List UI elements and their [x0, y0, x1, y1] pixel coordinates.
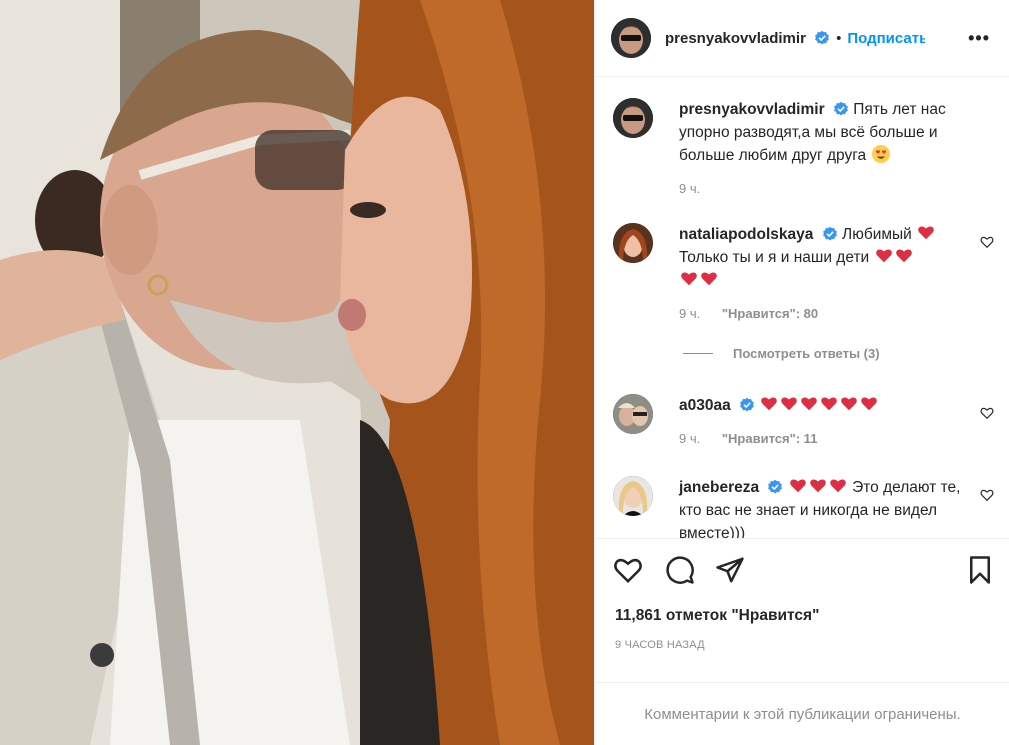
caption-avatar[interactable] — [613, 98, 653, 138]
comment-body: nataliapodolskaya Любимый Только ты и я … — [679, 223, 979, 325]
commenter-avatar[interactable] — [613, 223, 653, 263]
commenter-avatar-image — [613, 394, 653, 434]
comment-meta: 9 ч. "Нравится": 11 — [679, 427, 979, 450]
follow-button[interactable]: Подписаться — [847, 30, 925, 47]
comment-text-line2: Только ты и я и наши дети — [679, 249, 870, 266]
view-replies-label[interactable]: Посмотреть ответы (3) — [733, 346, 880, 361]
comment-text: Любимый — [842, 226, 912, 243]
verified-badge-icon — [768, 479, 783, 494]
verified-badge-icon — [740, 397, 754, 412]
comment-likes[interactable]: "Нравится": 11 — [722, 431, 818, 446]
comment-item: janebereza Это делают те, кто вас не зна… — [613, 476, 998, 538]
red-heart-emoji-icon — [821, 397, 838, 411]
author-avatar[interactable] — [611, 18, 651, 58]
like-comment-heart-icon[interactable] — [980, 406, 994, 420]
comment-meta: 9 ч. "Нравится": 80 — [679, 302, 979, 325]
more-options-icon[interactable]: ••• — [968, 28, 990, 49]
save-bookmark-icon[interactable] — [965, 555, 995, 585]
red-heart-emoji-icon — [781, 397, 798, 411]
like-heart-icon[interactable] — [613, 555, 643, 585]
verified-badge-icon — [834, 101, 848, 116]
post-action-bar — [595, 538, 1009, 600]
comments-restricted-notice: Комментарии к этой публикации ограничены… — [595, 682, 1009, 745]
author-username[interactable]: presnyakovvladimir — [665, 30, 830, 47]
author-avatar-image — [611, 18, 651, 58]
red-heart-emoji-icon — [875, 249, 892, 263]
comment-bubble-icon[interactable] — [665, 555, 695, 585]
author-username-text[interactable]: presnyakovvladimir — [665, 30, 806, 47]
red-heart-emoji-icon — [681, 272, 697, 286]
caption-body: presnyakovvladimir Пять лет нас упорно р… — [679, 98, 979, 200]
red-heart-emoji-icon — [861, 397, 878, 411]
red-heart-emoji-icon — [841, 397, 858, 411]
header-separator: • — [836, 29, 842, 47]
comment-username[interactable]: nataliapodolskaya — [679, 226, 813, 243]
replies-divider-line — [683, 353, 713, 354]
comment-username[interactable]: janebereza — [679, 479, 759, 496]
commenter-avatar[interactable] — [613, 476, 653, 516]
comment-item: nataliapodolskaya Любимый Только ты и я … — [613, 223, 998, 333]
red-heart-emoji-icon — [701, 272, 717, 286]
likes-count[interactable]: 11,861 отметок "Нравится" — [615, 607, 819, 625]
caption-time: 9 ч. — [679, 181, 701, 196]
caption-username[interactable]: presnyakovvladimir — [679, 101, 825, 118]
caption: presnyakovvladimir Пять лет нас упорно р… — [613, 98, 998, 218]
post-header: presnyakovvladimir • Подписаться ••• — [595, 0, 1009, 77]
comment-item: a030aa 9 ч. "Нравится": 11 — [613, 394, 998, 454]
red-heart-emoji-icon — [829, 479, 846, 493]
like-comment-heart-icon[interactable] — [980, 488, 994, 502]
red-heart-emoji-icon — [801, 397, 818, 411]
verified-badge-icon — [822, 226, 837, 241]
post-timestamp[interactable]: 9 ЧАСОВ НАЗАД — [615, 639, 705, 651]
red-heart-emoji-icon — [789, 479, 806, 493]
verified-badge-icon — [815, 30, 829, 44]
caption-avatar-image — [613, 98, 653, 138]
red-heart-emoji-icon — [761, 397, 778, 411]
view-replies-button[interactable]: Посмотреть ответы (3) — [683, 346, 880, 361]
comments-section: presnyakovvladimir Пять лет нас упорно р… — [595, 78, 1009, 538]
comment-time: 9 ч. — [679, 306, 701, 321]
comment-likes[interactable]: "Нравится": 80 — [722, 306, 818, 321]
comment-time: 9 ч. — [679, 431, 701, 446]
post-details-panel: presnyakovvladimir • Подписаться ••• pre… — [594, 0, 1009, 745]
comment-body: janebereza Это делают те, кто вас не зна… — [679, 476, 979, 538]
commenter-avatar[interactable] — [613, 394, 653, 434]
share-paper-plane-icon[interactable] — [715, 555, 745, 585]
comment-body: a030aa 9 ч. "Нравится": 11 — [679, 394, 979, 450]
post-photo[interactable] — [0, 0, 594, 745]
red-heart-emoji-icon — [809, 479, 826, 493]
red-heart-emoji-icon — [895, 249, 912, 263]
heart-eyes-emoji-icon — [871, 145, 890, 163]
commenter-avatar-image — [613, 476, 653, 516]
comment-username[interactable]: a030aa — [679, 397, 731, 414]
red-heart-emoji-icon — [918, 226, 934, 240]
kissing-couple-photo — [0, 0, 594, 745]
commenter-avatar-image — [613, 223, 653, 263]
like-comment-heart-icon[interactable] — [980, 235, 994, 249]
